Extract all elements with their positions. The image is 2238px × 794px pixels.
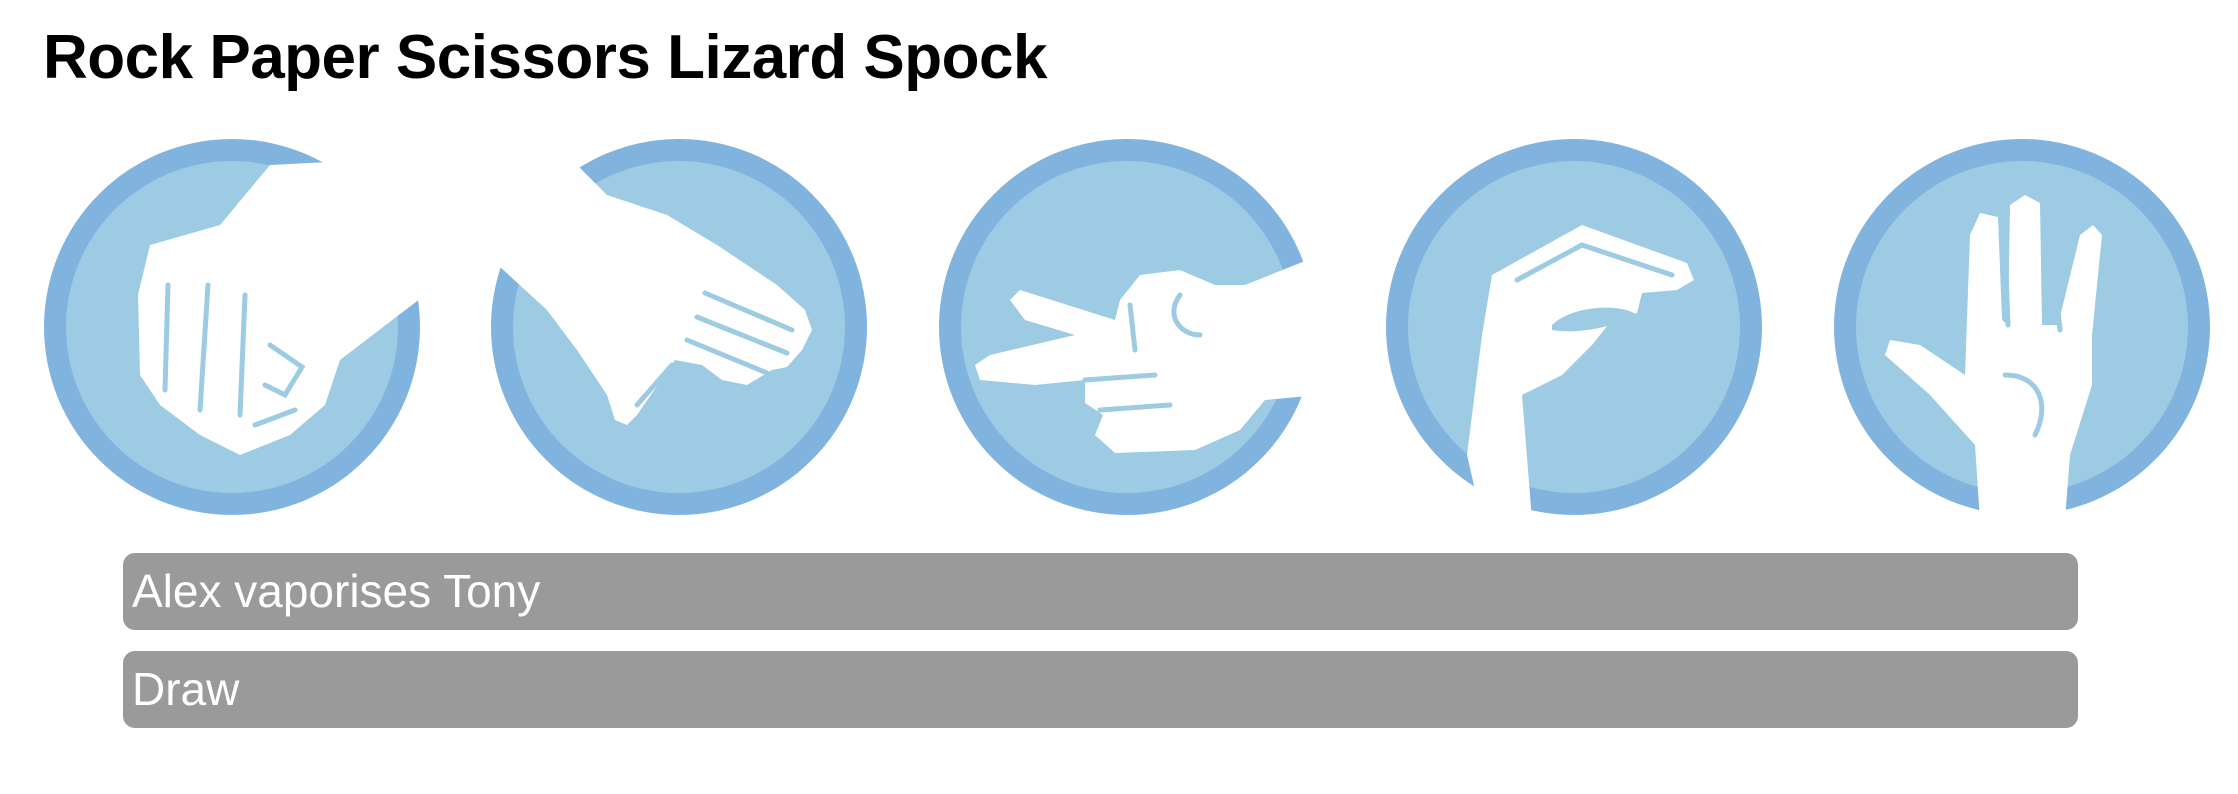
spock-button[interactable] bbox=[1830, 135, 2215, 520]
lizard-hand-icon bbox=[1386, 139, 1762, 520]
outcome-message: Draw bbox=[123, 651, 2078, 728]
result-message: Alex vaporises Tony bbox=[123, 553, 2078, 630]
scissors-hand-icon bbox=[939, 139, 1320, 515]
rock-button[interactable] bbox=[40, 135, 425, 520]
choice-buttons bbox=[0, 135, 2238, 520]
paper-button[interactable] bbox=[487, 135, 872, 520]
rock-fist-icon bbox=[44, 139, 425, 515]
lizard-button[interactable] bbox=[1382, 135, 1767, 520]
paper-hand-icon bbox=[487, 135, 867, 515]
page-title: Rock Paper Scissors Lizard Spock bbox=[43, 23, 1047, 92]
spock-hand-icon bbox=[1834, 139, 2210, 520]
scissors-button[interactable] bbox=[935, 135, 1320, 520]
